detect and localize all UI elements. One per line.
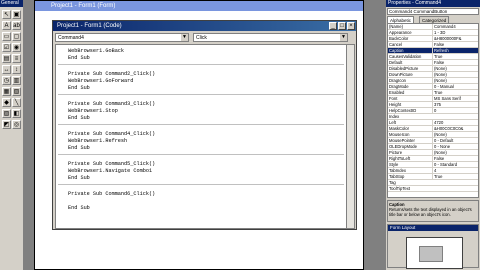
- object-combo-value: Command4: [58, 35, 84, 41]
- description-text: Returns/sets the text displayed in an ob…: [389, 207, 472, 217]
- code-line: End Sub: [68, 55, 90, 61]
- code-line: Private Sub Command3_Click(): [68, 101, 156, 107]
- drivelist-icon[interactable]: ▥: [12, 76, 21, 85]
- checkbox-icon[interactable]: ☑: [2, 43, 11, 52]
- code-window-title: Project1 - Form1 (Code): [53, 21, 356, 31]
- close-button[interactable]: ×: [347, 22, 355, 30]
- code-line: WebBrowser1.Refresh: [68, 138, 128, 144]
- toolbox-panel: General ↖ ▣ Aab ▭ ▢ ☑ ◉ ▤ ≡ ↔ ↕ ◷ ▥ ▦ ▧ ◆ ╲ ▨ ◧ ◩ ◎: [0, 0, 24, 270]
- code-window[interactable]: Project1 - Form1 (Code) _ □ × Command4 ▼…: [52, 20, 357, 230]
- procedure-separator: [58, 64, 344, 65]
- minimize-button[interactable]: _: [329, 22, 337, 30]
- properties-object-combo[interactable]: Command4 CommandButton: [387, 8, 479, 15]
- dirlist-icon[interactable]: ▦: [2, 87, 11, 96]
- code-line: End Sub: [68, 175, 90, 181]
- procedure-separator: [58, 154, 344, 155]
- image-icon[interactable]: ▨: [2, 109, 11, 118]
- object-combo[interactable]: Command4 ▼: [55, 33, 189, 42]
- webbrowser-icon[interactable]: ◎: [12, 120, 21, 129]
- code-line: End Sub: [68, 115, 90, 121]
- ole-icon[interactable]: ◩: [2, 120, 11, 129]
- tab-categorized[interactable]: Categorized: [419, 16, 450, 23]
- property-description: Caption Returns/sets the text displayed …: [387, 200, 479, 222]
- properties-title: Properties - Command4: [386, 0, 480, 7]
- picture-icon[interactable]: ▣: [12, 10, 21, 19]
- properties-grid[interactable]: (Name) Command4 Appearance 1 - 3D BackColor &…: [387, 23, 479, 198]
- code-line: End Sub: [68, 205, 90, 211]
- pointer-icon[interactable]: ↖: [2, 10, 11, 19]
- procedure-combo[interactable]: Click ▼: [193, 33, 348, 42]
- procedure-separator: [58, 94, 344, 95]
- code-vertical-scrollbar[interactable]: [346, 44, 355, 229]
- code-line: Private Sub Command6_Click(): [68, 191, 156, 197]
- form-layout-title: Form Layout: [388, 225, 478, 231]
- code-line: Private Sub Command5_Click(): [68, 161, 156, 167]
- chevron-down-icon[interactable]: ▼: [340, 34, 347, 41]
- optionbutton-icon[interactable]: ◉: [12, 43, 21, 52]
- line-icon[interactable]: ╲: [12, 98, 21, 107]
- layout-form-preview[interactable]: [419, 246, 443, 262]
- code-line: Private Sub Command2_Click(): [68, 71, 156, 77]
- frame-icon[interactable]: ▭: [2, 32, 11, 41]
- shape-icon[interactable]: ◆: [2, 98, 11, 107]
- properties-object-value: Command4 CommandButton: [389, 9, 448, 14]
- code-line: End Sub: [68, 85, 90, 91]
- listbox-icon[interactable]: ≡: [12, 54, 21, 63]
- code-line: WebBrowser1.Stop: [68, 108, 118, 114]
- procedure-separator: [58, 184, 344, 185]
- code-editor[interactable]: WebBrowser1.GoBack End Sub Private Sub C…: [55, 44, 347, 229]
- mdi-workspace: Project1 - Form1 (Form) Project1 - Form1…: [24, 0, 385, 270]
- property-name: ToolTipText: [389, 186, 411, 191]
- vscroll-icon[interactable]: ↕: [12, 65, 21, 74]
- code-line: Private Sub Command4_Click(): [68, 131, 156, 137]
- procedure-separator: [58, 124, 344, 125]
- maximize-button[interactable]: □: [338, 22, 346, 30]
- property-row[interactable]: ToolTipText: [388, 186, 478, 192]
- tab-alphabetic[interactable]: Alphabetic: [387, 16, 415, 23]
- label-icon[interactable]: A: [2, 21, 11, 30]
- filelist-icon[interactable]: ▧: [12, 87, 21, 96]
- code-line: WebBrowser1.GoBack: [68, 48, 125, 54]
- procedure-combo-value: Click: [196, 35, 207, 41]
- properties-panel: Properties - Command4 Command4 CommandBu…: [385, 0, 480, 270]
- layout-screen-preview: [406, 237, 463, 269]
- code-line: WebBrowser1.GoForward: [68, 78, 134, 84]
- form-layout-panel: Form Layout: [387, 224, 479, 269]
- timer-icon[interactable]: ◷: [2, 76, 11, 85]
- form-designer-title: Project1 - Form1 (Form): [35, 1, 363, 11]
- data-icon[interactable]: ◧: [12, 109, 21, 118]
- code-line: End Sub: [68, 145, 90, 151]
- toolbox-title: General: [0, 0, 23, 7]
- chevron-down-icon[interactable]: ▼: [181, 34, 188, 41]
- textbox-icon[interactable]: ab: [12, 21, 21, 30]
- code-line: WebBrowser1.Navigate Combo1: [68, 168, 153, 174]
- commandbutton-icon[interactable]: ▢: [12, 32, 21, 41]
- hscroll-icon[interactable]: ↔: [2, 65, 11, 74]
- combobox-icon[interactable]: ▤: [2, 54, 11, 63]
